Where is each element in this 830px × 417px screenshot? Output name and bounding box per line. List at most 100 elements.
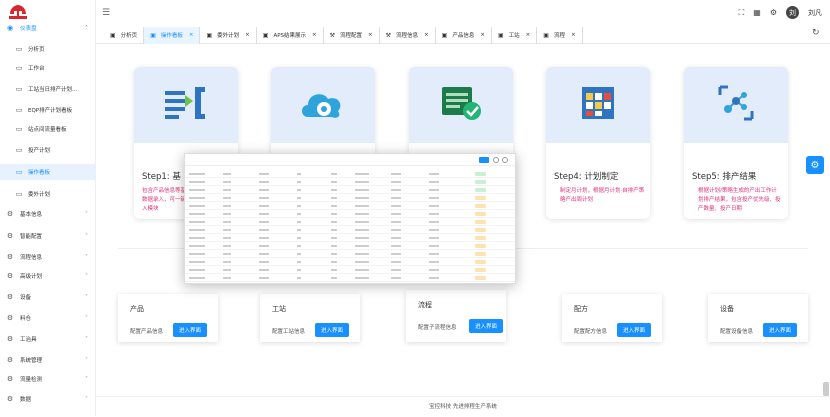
preview-cell	[331, 229, 337, 231]
preview-table-row	[185, 178, 515, 186]
preview-cell	[429, 213, 439, 215]
close-icon[interactable]: ×	[368, 32, 373, 38]
sidebar-item[interactable]: ⚙ 工治具 ˅	[0, 331, 96, 347]
tab-2[interactable]: ▣ 委外计划 ×	[200, 26, 257, 44]
sidebar-item[interactable]: ⚙ 设备 ˅	[0, 289, 96, 305]
preview-cell	[189, 277, 205, 279]
preview-cell	[355, 181, 369, 183]
menu-fold-icon[interactable]: ☰	[102, 8, 110, 18]
sidebar-item[interactable]: ▭ 操作看板	[0, 164, 96, 180]
language-icon[interactable]: ▦	[753, 8, 761, 17]
monitor-icon: ▭	[15, 125, 23, 133]
preview-cell	[331, 181, 337, 183]
sidebar-item[interactable]: ▭ 投产计划	[0, 142, 96, 158]
step-card[interactable]: Step4: 计划制定 制定月计划，根据月计划·自排产策略产出周计划	[546, 67, 650, 219]
preview-cell	[331, 269, 337, 271]
preview-cell	[429, 189, 439, 191]
step-title: Step1: 基	[142, 172, 181, 182]
sidebar-item[interactable]: ▭ 工作台	[0, 60, 96, 76]
monitor-icon: ▣	[110, 31, 116, 39]
close-icon[interactable]: ×	[526, 32, 531, 38]
preview-popup-button[interactable]	[479, 157, 489, 163]
refresh-icon[interactable]: ↻	[812, 28, 821, 38]
preview-status-tag	[475, 267, 486, 272]
preview-table-row	[185, 266, 515, 274]
preview-cell	[331, 221, 337, 223]
preview-cell	[259, 229, 269, 231]
preview-cell	[391, 221, 401, 223]
close-icon[interactable]: ×	[312, 32, 317, 38]
preview-cell	[189, 253, 205, 255]
module-card: 配方 配置配方信息 进入界面	[562, 294, 662, 342]
enter-button[interactable]: 进入界面	[617, 323, 652, 337]
preview-popup[interactable]	[184, 153, 516, 284]
floating-settings-button[interactable]: ⚙	[806, 156, 824, 174]
preview-cell	[297, 213, 301, 215]
tab-4[interactable]: ⚒ 流程配置 ×	[324, 26, 380, 44]
tab-6[interactable]: ▣ 产品信息 ×	[436, 26, 492, 44]
module-title: 设备	[720, 305, 734, 313]
tab-label: 分析页	[120, 33, 138, 39]
sidebar-item-label: 委外计划	[28, 192, 51, 198]
tab-3[interactable]: ▣ APS结果展示 ×	[257, 26, 324, 44]
monitor-icon: ▭	[15, 106, 23, 114]
tab-7[interactable]: ▣ 工站 ×	[492, 26, 538, 44]
close-icon[interactable]: ×	[571, 32, 576, 38]
module-card: 设备 配置设备信息 进入界面	[708, 294, 808, 342]
step-card-banner	[409, 67, 513, 143]
close-icon[interactable]: ×	[189, 32, 194, 38]
close-icon[interactable]: ×	[480, 32, 485, 38]
preview-popup-icon[interactable]	[493, 157, 499, 163]
sidebar-item[interactable]: ▭ 工站当日排产计划...	[0, 81, 96, 97]
sidebar-item[interactable]: ▭ EQP排产计划看板	[0, 102, 96, 118]
sidebar-item[interactable]: ⚙ 流程信息 ˅	[0, 249, 96, 265]
tab-bar: ▣ 分析页 ▣ 操作看板 × ▣ 委外计划 × ▣ APS结果展示 × ⚒ 流程配置 × ⚒ 流程信息 × ▣ 产品…	[96, 26, 830, 44]
sidebar-item[interactable]: ▭ 委外计划	[0, 186, 96, 202]
close-icon[interactable]: ×	[245, 32, 250, 38]
tab-0[interactable]: ▣ 分析页	[96, 26, 145, 44]
dashboard-icon: ◉	[6, 24, 14, 32]
sidebar-item[interactable]: ◉ 仪表盘 ˄	[0, 20, 96, 36]
step-desc: 根据计划/策略生成的产出工作计划排产结果，包含投产优先级、投产数量、投产日期	[698, 188, 781, 212]
tab-1[interactable]: ▣ 操作看板 ×	[144, 26, 201, 44]
chevron-down-icon: ˅	[85, 356, 88, 364]
tab-8[interactable]: ▣ 流程 ×	[537, 26, 583, 44]
user-name[interactable]: 刘凡	[808, 8, 822, 18]
preview-cell	[223, 205, 231, 207]
monitor-icon: ▣	[543, 31, 549, 39]
enter-button[interactable]: 进入界面	[173, 323, 208, 337]
preview-cell	[355, 173, 369, 175]
gear-icon: ⚙	[6, 395, 14, 403]
preview-cell	[259, 189, 269, 191]
tab-5[interactable]: ⚒ 流程信息 ×	[380, 26, 436, 44]
fullscreen-icon[interactable]: ⛶	[739, 8, 745, 18]
enter-button[interactable]: 进入界面	[763, 323, 798, 337]
preview-status-tag	[475, 259, 486, 264]
preview-cell	[259, 213, 269, 215]
monitor-icon: ▣	[441, 31, 448, 39]
scrollbar[interactable]	[823, 382, 829, 396]
sidebar-item[interactable]: ⚙ 料仓 ˅	[0, 310, 96, 326]
settings-icon[interactable]: ⚙	[770, 8, 777, 17]
tab-label: 操作看板	[160, 33, 183, 39]
step-card[interactable]: Step5: 排产结果 根据计划/策略生成的产出工作计划排产结果，包含投产优先级、…	[684, 67, 788, 219]
sidebar-item[interactable]: ⚙ 数据 ˅	[0, 391, 96, 407]
enter-button[interactable]: 进入界面	[469, 319, 504, 333]
sidebar-item[interactable]: ⚙ 系统管理 ˅	[0, 352, 96, 368]
close-icon[interactable]: ×	[424, 32, 429, 38]
preview-popup-icon[interactable]	[502, 157, 508, 163]
sidebar-item[interactable]: ▭ 分析页	[0, 41, 96, 57]
sidebar-item[interactable]: ⚙ 基本信息 ˅	[0, 206, 96, 222]
preview-status-tag	[475, 179, 486, 184]
preview-cell	[391, 213, 401, 215]
avatar[interactable]: 刘	[786, 6, 799, 19]
sidebar-item-label: 流量检测	[20, 377, 43, 383]
sidebar-item-label: 设备	[20, 295, 32, 301]
enter-button[interactable]: 进入界面	[315, 323, 350, 337]
sidebar-item[interactable]: ⚙ 高级计划 ˅	[0, 268, 96, 284]
sidebar-item[interactable]: ⚙ 流量检测 ˅	[0, 371, 96, 387]
sidebar-item[interactable]: ⚙ 智能配置 ˅	[0, 228, 96, 244]
sidebar-item[interactable]: ▭ 站点间流量看板	[0, 121, 96, 137]
preview-cell	[391, 269, 401, 271]
preview-table-row	[185, 226, 515, 234]
